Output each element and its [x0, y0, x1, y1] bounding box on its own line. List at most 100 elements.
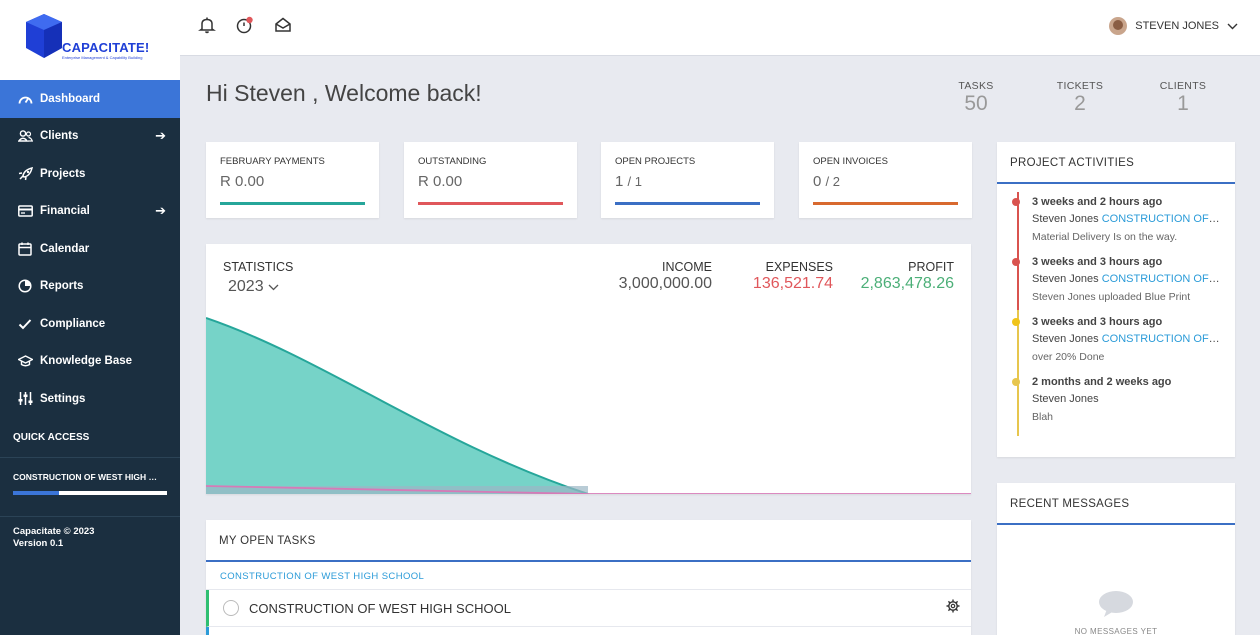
sidebar-item-compliance[interactable]: Compliance [0, 305, 180, 343]
stat-label: TICKETS [1056, 80, 1104, 92]
task-row-partial [206, 627, 971, 635]
sidebar-item-knowledge-base[interactable]: Knowledge Base [0, 343, 180, 381]
summary-card-open-invoices[interactable]: OPEN INVOICES 0 / 2 [799, 142, 972, 218]
sidebar-item-clients[interactable]: Clients ➔ [0, 118, 180, 156]
logo-text: CAPACITATE! [62, 40, 150, 55]
activity-item[interactable]: 3 weeks and 3 hours ago Steven Jones CON… [1012, 316, 1232, 363]
card-accent-line [813, 202, 958, 205]
sidebar-item-label: Settings [40, 392, 86, 405]
sidebar-item-label: Financial [40, 205, 90, 218]
graduation-cap-icon [16, 355, 34, 367]
activity-time: 3 weeks and 3 hours ago [1032, 256, 1163, 268]
card-label: FEBRUARY PAYMENTS [220, 156, 325, 167]
sidebar-item-reports[interactable]: Reports [0, 268, 180, 306]
statistics-area-chart [206, 317, 971, 494]
profit-summary: PROFIT 2,863,478.26 [861, 260, 954, 293]
sidebar-item-label: Clients [40, 130, 79, 143]
expenses-label: EXPENSES [765, 260, 833, 274]
activity-project-link[interactable]: CONSTRUCTION OF WEST HIGH SCHOOL [1102, 213, 1220, 225]
calendar-icon [16, 242, 34, 256]
year-value: 2023 [228, 278, 264, 295]
activity-dot [1012, 378, 1020, 386]
profit-value: 2,863,478.26 [860, 275, 954, 292]
sidebar-item-label: Calendar [40, 242, 90, 255]
stat-tickets[interactable]: TICKETS 2 [1052, 80, 1108, 116]
sidebar-item-dashboard[interactable]: Dashboard [0, 80, 180, 118]
card-value: R 0.00 [418, 173, 463, 190]
card-accent-line [418, 202, 563, 205]
stat-label: CLIENTS [1159, 80, 1207, 92]
profit-label: PROFIT [908, 260, 954, 274]
avatar [1109, 17, 1128, 35]
open-tasks-card: MY OPEN TASKS CONSTRUCTION OF WEST HIGH … [206, 520, 971, 635]
card-label: OPEN PROJECTS [615, 156, 696, 167]
sidebar-nav: Dashboard Clients ➔ Projects Financial ➔… [0, 80, 180, 418]
activity-user: Steven Jones [1032, 393, 1099, 405]
quick-access-item-label: CONSTRUCTION OF WEST HIGH … [13, 471, 158, 482]
top-bar: STEVEN JONES [180, 0, 1260, 56]
card-value: 1 / 1 [615, 173, 642, 190]
stat-label: TASKS [958, 80, 994, 92]
task-title: CONSTRUCTION OF WEST HIGH SCHOOL [249, 600, 511, 616]
activity-message: Material Delivery Is on the way. [1032, 231, 1178, 243]
activity-user: Steven Jones CONSTRUCTION OF WEST HIGH S… [1032, 333, 1220, 345]
check-icon [16, 318, 34, 330]
summary-card-open-projects[interactable]: OPEN PROJECTS 1 / 1 [601, 142, 774, 218]
project-activities-title: PROJECT ACTIVITIES [997, 142, 1235, 184]
activity-project-link[interactable]: CONSTRUCTION OF WEST HIGH SCHOOL [1102, 333, 1220, 345]
user-menu[interactable]: STEVEN JONES [1109, 17, 1238, 35]
chevron-down-icon [1227, 23, 1238, 29]
income-value: 3,000,000.00 [618, 275, 712, 292]
sidebar-item-settings[interactable]: Settings [0, 380, 180, 418]
timer-icon[interactable] [235, 16, 253, 34]
open-tasks-title: MY OPEN TASKS [206, 520, 971, 562]
arrow-right-icon: ➔ [155, 202, 166, 218]
card-accent-line [220, 202, 365, 205]
stat-value: 1 [1177, 92, 1189, 115]
card-value: 0 / 2 [813, 173, 840, 190]
sidebar-item-calendar[interactable]: Calendar [0, 230, 180, 268]
card-label: OUTSTANDING [418, 156, 487, 167]
activity-item[interactable]: 2 months and 2 weeks ago Steven Jones Bl… [1012, 376, 1232, 423]
task-group-link[interactable]: CONSTRUCTION OF WEST HIGH SCHOOL [206, 562, 971, 590]
activity-dot [1012, 258, 1020, 266]
sidebar-item-projects[interactable]: Projects [0, 155, 180, 193]
bell-icon[interactable] [198, 16, 216, 34]
activity-time: 3 weeks and 3 hours ago [1032, 316, 1163, 328]
sidebar-item-label: Compliance [40, 317, 106, 330]
recent-messages-card: RECENT MESSAGES NO MESSAGES YET [997, 483, 1235, 635]
copyright-text: Capacitate © 2023 [13, 525, 95, 537]
stat-clients[interactable]: CLIENTS 1 [1155, 80, 1211, 116]
sidebar-item-financial[interactable]: Financial ➔ [0, 193, 180, 231]
user-name: STEVEN JONES [1135, 20, 1219, 32]
year-select[interactable]: 2023 [228, 278, 279, 296]
activity-item[interactable]: 3 weeks and 2 hours ago Steven Jones CON… [1012, 196, 1232, 243]
statistics-card: STATISTICS 2023 INCOME 3,000,000.00 EXPE… [206, 244, 971, 494]
card-value: R 0.00 [220, 173, 265, 190]
summary-card-payments[interactable]: FEBRUARY PAYMENTS R 0.00 [206, 142, 379, 218]
quick-access-item[interactable]: CONSTRUCTION OF WEST HIGH … [0, 458, 180, 517]
activity-project-link[interactable]: CONSTRUCTION OF WEST HIGH SCHOOL [1102, 273, 1220, 285]
card-label: OPEN INVOICES [813, 156, 888, 167]
income-summary: INCOME 3,000,000.00 [619, 260, 712, 293]
card-accent-line [615, 202, 760, 205]
no-messages-text: NO MESSAGES YET [1074, 627, 1158, 635]
task-complete-checkbox[interactable] [223, 600, 239, 616]
chat-bubble-icon [1099, 591, 1133, 617]
gauge-icon [16, 93, 34, 105]
task-row[interactable]: CONSTRUCTION OF WEST HIGH SCHOOL [206, 590, 971, 627]
activity-item[interactable]: 3 weeks and 3 hours ago Steven Jones CON… [1012, 256, 1232, 303]
logo[interactable]: CAPACITATE! Enterprise Management & Capa… [0, 0, 180, 80]
quick-access-title: QUICK ACCESS [0, 418, 180, 458]
mail-icon[interactable] [274, 16, 292, 34]
sidebar-item-label: Projects [40, 167, 86, 180]
sidebar: CAPACITATE! Enterprise Management & Capa… [0, 0, 180, 635]
income-label: INCOME [662, 260, 712, 274]
stat-tasks[interactable]: TASKS 50 [952, 80, 1000, 116]
summary-card-outstanding[interactable]: OUTSTANDING R 0.00 [404, 142, 577, 218]
income-area [206, 318, 588, 494]
gear-icon[interactable] [946, 599, 960, 613]
reports-icon [16, 279, 34, 293]
activity-user: Steven Jones CONSTRUCTION OF WEST HIGH S… [1032, 273, 1220, 285]
activity-message: over 20% Done [1032, 351, 1105, 363]
